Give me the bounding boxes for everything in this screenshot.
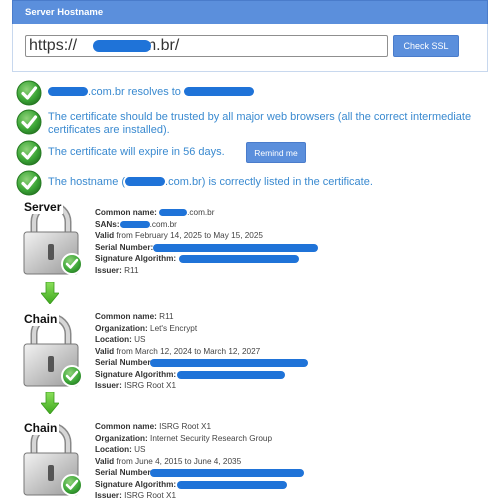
redacted-domain <box>48 87 88 96</box>
intermediate-cert-details: Common name: R11 Organization: Let's Enc… <box>95 311 355 392</box>
redacted-ip <box>183 87 254 96</box>
redacted-signature <box>177 480 287 489</box>
down-arrow-icon <box>41 282 59 304</box>
intermediate-cert-icon: Chain <box>18 310 84 390</box>
result-trusted: The certificate should be trusted by all… <box>16 109 486 137</box>
down-arrow-icon <box>41 392 59 414</box>
hostname-panel-header: Server Hostname <box>12 0 488 24</box>
check-ssl-button[interactable]: Check SSL <box>393 35 459 57</box>
check-circle-icon <box>16 170 42 196</box>
hostname-input[interactable] <box>25 35 388 57</box>
expiry-text: The certificate will expire in 56 days. <box>48 146 225 158</box>
trusted-text: The certificate should be trusted by all… <box>48 111 472 136</box>
redacted-signature <box>177 370 285 379</box>
root-cert-details: Common name: ISRG Root X1 Organization: … <box>95 421 355 499</box>
redacted-serial <box>150 469 304 477</box>
hostname-redaction <box>93 40 151 52</box>
redacted-cn <box>159 209 188 216</box>
root-cert-icon: Chain <box>18 419 84 499</box>
result-expiry: The certificate will expire in 56 days. … <box>16 140 486 166</box>
result-resolves: .com.br resolves to <box>16 80 486 106</box>
check-circle-icon <box>16 109 42 135</box>
check-circle-icon <box>16 80 42 106</box>
redacted-serial <box>150 359 308 367</box>
redacted-hostname <box>125 177 166 186</box>
cert-type-label: Chain <box>22 421 60 435</box>
hostname-post-text: .com.br) is correctly listed in the cert… <box>165 176 373 188</box>
redacted-signature <box>179 255 299 263</box>
hostname-form: Check SSL <box>12 24 488 72</box>
redacted-serial <box>153 243 318 252</box>
cert-type-label: Chain <box>22 312 60 326</box>
resolves-text: .com.br resolves to <box>88 86 181 98</box>
remind-me-button[interactable]: Remind me <box>246 142 306 163</box>
cert-type-label: Server <box>22 200 64 214</box>
result-hostname: The hostname ( .com.br) is correctly list… <box>16 170 486 196</box>
redacted-sans <box>119 220 150 228</box>
server-cert-details: Common name: .com.br SANs: .com.br Valid … <box>95 207 355 276</box>
hostname-pre-text: The hostname ( <box>48 176 126 188</box>
panel-title: Server Hostname <box>25 7 104 18</box>
server-cert-icon: Server <box>18 198 84 278</box>
check-circle-icon <box>16 140 42 166</box>
